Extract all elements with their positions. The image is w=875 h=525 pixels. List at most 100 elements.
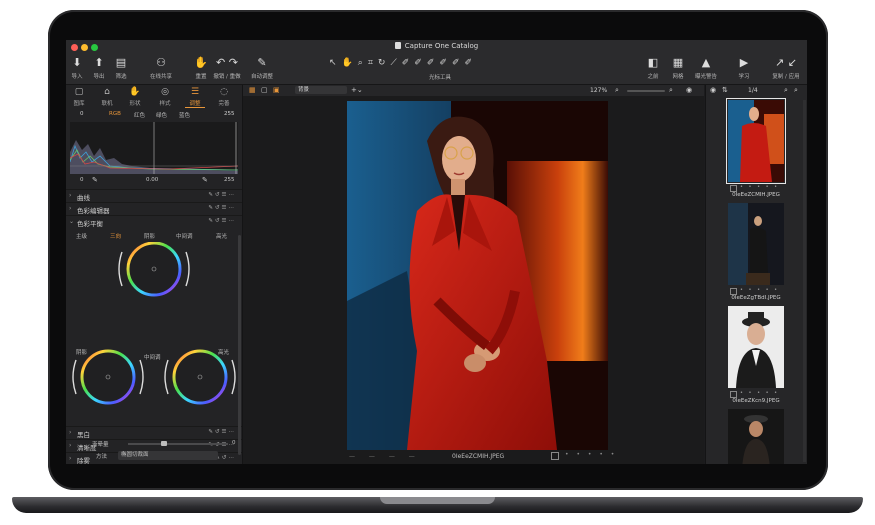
vignette-amount-value[interactable]: 0 bbox=[232, 440, 236, 446]
rotate-cursor-icon[interactable]: ↻ bbox=[378, 58, 386, 68]
exposure-warning-button[interactable]: ▲ 曝光警告 bbox=[692, 56, 720, 80]
learn-button[interactable]: ▶ 学习 bbox=[734, 56, 754, 80]
tool-panel-scrollbar[interactable] bbox=[238, 235, 241, 455]
channel-red[interactable]: 红色 bbox=[134, 111, 145, 119]
zoom-level[interactable]: 127% bbox=[590, 87, 607, 94]
reset-button[interactable]: ✋ 重置 bbox=[192, 56, 210, 80]
undo-redo-button[interactable]: ↶ ↷ 撤销 / 重做 bbox=[212, 56, 242, 80]
thumbnail-rating-icon[interactable]: • • • • • bbox=[740, 287, 779, 293]
crop-cursor-icon[interactable]: ⌗ bbox=[368, 58, 373, 68]
pan-cursor-icon[interactable]: ✋ bbox=[342, 58, 353, 68]
filmstrip-scrollbar[interactable] bbox=[803, 100, 806, 462]
rating-dashes-icon[interactable]: — — — — bbox=[349, 453, 421, 460]
background-select[interactable]: 背景 bbox=[295, 86, 347, 94]
grid-view-icon[interactable]: ▦ bbox=[249, 86, 256, 94]
thumbnail-rating-icon[interactable]: • • • • • bbox=[740, 184, 779, 190]
thumbnail-checkbox[interactable] bbox=[730, 185, 737, 192]
tool-curve[interactable]: › 曲线 ✎↺☰⋯ bbox=[66, 189, 242, 202]
compare-button[interactable]: ◧ 之前 bbox=[642, 56, 664, 80]
cb-tab-midtones[interactable]: 中间调 bbox=[176, 232, 193, 240]
live-share-button[interactable]: ⚇ 在线共享 bbox=[146, 56, 176, 80]
main-photo[interactable] bbox=[347, 101, 608, 450]
vignette-method-select[interactable]: 椭圆切裁面 bbox=[118, 451, 218, 460]
tool-actions-icon[interactable]: ✎↺☰⋯ bbox=[208, 205, 236, 211]
picker-cursor-icon[interactable]: ✐ bbox=[452, 58, 460, 68]
cb-tab-highlights[interactable]: 高光 bbox=[216, 232, 227, 240]
auto-adjust-icon: ✎ bbox=[257, 56, 267, 69]
eye-icon[interactable]: ◉ bbox=[686, 86, 692, 94]
zoom-in-icon[interactable]: ⌕ bbox=[669, 86, 673, 95]
eyedropper-highlight-icon[interactable]: ✎ bbox=[202, 176, 208, 184]
tool-color-editor[interactable]: › 色彩编辑器 ✎↺☰⋯ bbox=[66, 202, 242, 215]
learn-icon: ▶ bbox=[739, 56, 749, 69]
cb-tab-shadows[interactable]: 阴影 bbox=[144, 232, 155, 240]
tab-adjust[interactable]: ☰ 调整 bbox=[184, 87, 206, 107]
tab-capture-label: 联机 bbox=[101, 101, 113, 107]
gradient-cursor-icon[interactable]: ✐ bbox=[427, 58, 435, 68]
loupe-cursor-icon[interactable]: ⌕ bbox=[358, 58, 363, 68]
vignette-amount-handle[interactable] bbox=[161, 441, 167, 446]
zoom-slider[interactable] bbox=[627, 90, 665, 92]
levels-midpoint[interactable]: 0.00 bbox=[146, 177, 158, 183]
thumbnail-image[interactable] bbox=[726, 98, 786, 184]
brush-cursor-icon[interactable]: ✐ bbox=[402, 58, 410, 68]
import-button[interactable]: ⬇ 导入 bbox=[68, 56, 86, 80]
star-rating-icon[interactable]: • • • • • bbox=[565, 451, 617, 458]
tool-color-balance[interactable]: ⌄ 色彩平衡 ✎↺☰⋯ bbox=[66, 215, 242, 228]
levels-high-input[interactable]: 255 bbox=[224, 111, 235, 117]
channel-green[interactable]: 绿色 bbox=[156, 111, 167, 119]
thumbnail-item[interactable] bbox=[728, 409, 784, 464]
tab-shape[interactable]: ✋ 形状 bbox=[124, 87, 146, 107]
sort-icon[interactable]: ⇅ bbox=[722, 86, 728, 94]
filter-label: 筛选 bbox=[115, 74, 127, 80]
thumbnail-item[interactable]: • • • • • 0IeEeZKcn9.JPEG bbox=[728, 306, 784, 404]
tool-black-white[interactable]: › 黑白 ✎↺☰⋯ bbox=[66, 426, 242, 439]
eyedropper-shadow-icon[interactable]: ✎ bbox=[92, 176, 98, 184]
levels-high-output[interactable]: 255 bbox=[224, 177, 235, 183]
single-view-icon[interactable]: ▢ bbox=[261, 86, 268, 94]
thumbnail-checkbox[interactable] bbox=[730, 288, 737, 295]
thumbnail-checkbox[interactable] bbox=[730, 391, 737, 398]
select-checkbox[interactable] bbox=[551, 452, 559, 460]
cb-tab-master[interactable]: 主级 bbox=[76, 232, 87, 240]
thumbnail-item[interactable]: • • • • • 0IeEeZCMIH.JPEG bbox=[726, 98, 786, 198]
zoom-search-icon[interactable]: ⌕ bbox=[794, 86, 798, 95]
adjust-icon: ☰ bbox=[190, 87, 200, 97]
color-wheels[interactable] bbox=[66, 242, 242, 427]
levels-low-output[interactable]: 0 bbox=[80, 177, 84, 183]
channel-rgb[interactable]: RGB bbox=[109, 111, 121, 117]
channel-blue[interactable]: 蓝色 bbox=[179, 111, 190, 119]
thumbnail-rating-icon[interactable]: • • • • • bbox=[740, 390, 779, 396]
thumbnail-item[interactable]: • • • • • 0IeEeZgTBdI.JPEG bbox=[728, 203, 784, 301]
add-icon[interactable]: +⌄ bbox=[351, 86, 363, 94]
tool-actions-icon[interactable]: ✎↺☰⋯ bbox=[208, 192, 236, 198]
annotate-cursor-icon[interactable]: ✐ bbox=[464, 58, 472, 68]
export-button[interactable]: ⬆ 导出 bbox=[90, 56, 108, 80]
copy-apply-button[interactable]: ↗ ↙ 复制 / 应用 bbox=[770, 56, 802, 80]
vignette-amount-slider[interactable] bbox=[128, 443, 228, 445]
auto-adjust-button[interactable]: ✎ 自动调整 bbox=[248, 56, 276, 80]
thumbnail-image[interactable] bbox=[728, 409, 784, 464]
cb-tab-3way[interactable]: 三向 bbox=[110, 232, 121, 240]
keystone-cursor-icon[interactable]: ⟋ bbox=[390, 58, 396, 68]
select-cursor-icon[interactable]: ↖ bbox=[329, 58, 337, 68]
tool-actions-icon[interactable]: ✎↺☰⋯ bbox=[208, 218, 236, 224]
levels-histogram[interactable] bbox=[70, 122, 238, 174]
levels-low-input[interactable]: 0 bbox=[80, 111, 84, 117]
eraser-cursor-icon[interactable]: ✐ bbox=[414, 58, 422, 68]
eye-toggle-icon[interactable]: ◉ bbox=[710, 86, 716, 94]
tab-style[interactable]: ◎ 样式 bbox=[154, 87, 176, 107]
tab-library[interactable]: ▢ 图库 bbox=[68, 87, 90, 107]
tool-tabs: ▢ 图库 ⌂ 联机 ✋ 形状 ◎ 样式 ☰ 调整 ◌ 完善 bbox=[66, 85, 242, 109]
tab-refine[interactable]: ◌ 完善 bbox=[213, 87, 235, 107]
thumbnail-image[interactable] bbox=[728, 203, 784, 285]
thumbnail-image[interactable] bbox=[728, 306, 784, 388]
proof-view-icon[interactable]: ▣ bbox=[273, 86, 280, 94]
grid-button[interactable]: ▦ 网格 bbox=[668, 56, 688, 80]
search-icon[interactable]: ⌕ bbox=[784, 86, 788, 95]
filter-button[interactable]: ▤ 筛选 bbox=[112, 56, 130, 80]
heal-cursor-icon[interactable]: ✐ bbox=[439, 58, 447, 68]
tool-actions-icon[interactable]: ✎↺☰⋯ bbox=[208, 429, 236, 435]
zoom-out-icon[interactable]: ⌕ bbox=[615, 86, 619, 95]
tab-capture[interactable]: ⌂ 联机 bbox=[96, 87, 118, 107]
